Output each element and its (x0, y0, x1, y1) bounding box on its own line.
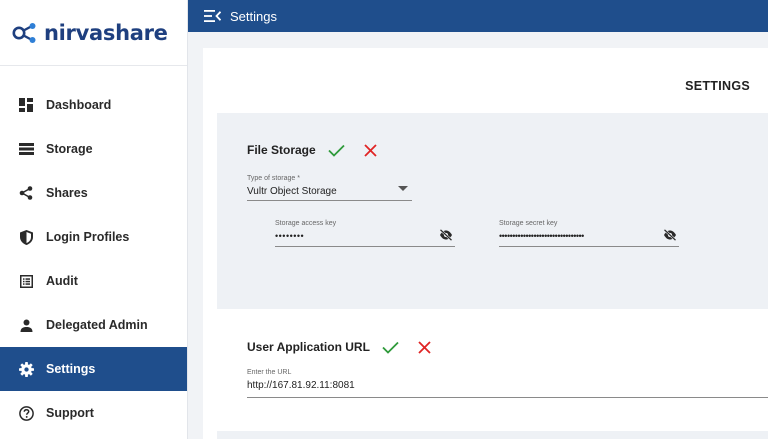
sidebar-item-login-profiles[interactable]: Login Profiles (0, 215, 187, 259)
menu-collapse-icon[interactable] (204, 10, 221, 22)
cancel-url-button[interactable] (416, 338, 434, 356)
field-underline (499, 246, 679, 247)
storage-icon (18, 141, 34, 157)
sidebar-item-dashboard[interactable]: Dashboard (0, 83, 187, 127)
storage-secret-key-label: Storage secret key (499, 220, 558, 227)
storage-access-key-field[interactable]: Storage access key •••••••• (275, 220, 455, 247)
check-icon (382, 341, 400, 354)
share-icon (18, 185, 34, 201)
close-icon (364, 143, 377, 157)
storage-secret-key-input[interactable]: •••••••••••••••••••••••••••••••• (499, 231, 679, 241)
sidebar-item-support[interactable]: Support (0, 391, 187, 435)
audit-list-icon (18, 273, 34, 289)
gear-icon (18, 361, 34, 377)
sidebar-item-label: Audit (46, 274, 78, 288)
user-application-url-header: User Application URL (247, 338, 434, 356)
storage-type-select[interactable]: Type of storage * Vultr Object Storage (247, 175, 412, 201)
sidebar: nirvashare Dashboard Storage Shares Logi… (0, 0, 188, 439)
sidebar-item-label: Dashboard (46, 98, 112, 112)
settings-content: SETTINGS File Storage Type of storage * … (203, 48, 768, 439)
field-underline (247, 397, 768, 398)
storage-access-key-label: Storage access key (275, 220, 337, 227)
sidebar-nav: Dashboard Storage Shares Login Profiles … (0, 83, 187, 435)
check-icon (328, 144, 345, 157)
sidebar-item-label: Settings (46, 362, 96, 376)
storage-access-key-input[interactable]: •••••••• (275, 231, 455, 241)
sidebar-item-label: Shares (46, 186, 88, 200)
sidebar-item-shares[interactable]: Shares (0, 171, 187, 215)
person-icon (18, 317, 34, 333)
chevron-down-icon (398, 186, 408, 191)
eye-off-icon[interactable] (663, 229, 677, 241)
sidebar-item-audit[interactable]: Audit (0, 259, 187, 303)
storage-secret-key-field[interactable]: Storage secret key •••••••••••••••••••••… (499, 220, 679, 247)
brand-name: nirvashare (44, 20, 168, 45)
user-application-url-field[interactable]: Enter the URL http://167.81.92.11:8081 (247, 369, 768, 398)
field-underline (275, 246, 455, 247)
user-application-url-title: User Application URL (247, 340, 370, 354)
storage-type-label: Type of storage * (247, 175, 300, 182)
sidebar-item-storage[interactable]: Storage (0, 127, 187, 171)
file-storage-header: File Storage (247, 141, 380, 159)
page-title: Settings (230, 8, 277, 24)
sidebar-item-delegated-admin[interactable]: Delegated Admin (0, 303, 187, 347)
confirm-url-button[interactable] (382, 338, 400, 356)
top-bar: Settings (188, 0, 768, 32)
confirm-file-storage-button[interactable] (328, 141, 346, 159)
storage-type-value: Vultr Object Storage (247, 186, 337, 197)
brand-logo[interactable]: nirvashare (0, 0, 187, 66)
close-icon (418, 340, 432, 354)
shield-icon (18, 229, 34, 245)
cancel-file-storage-button[interactable] (362, 141, 380, 159)
sidebar-item-settings[interactable]: Settings (0, 347, 187, 391)
share-network-logo-icon (12, 22, 36, 43)
sidebar-item-label: Delegated Admin (46, 318, 148, 332)
url-label: Enter the URL (247, 369, 292, 376)
sidebar-item-label: Storage (46, 142, 93, 156)
settings-heading: SETTINGS (685, 79, 750, 93)
eye-off-icon[interactable] (439, 229, 453, 241)
field-underline (247, 200, 412, 201)
file-storage-title: File Storage (247, 143, 316, 157)
sidebar-item-label: Support (46, 406, 94, 420)
dashboard-icon (18, 97, 34, 113)
help-circle-icon (18, 405, 34, 421)
next-settings-panel (217, 431, 768, 439)
sidebar-item-label: Login Profiles (46, 230, 130, 244)
file-storage-panel: File Storage Type of storage * Vultr Obj… (217, 113, 768, 309)
url-input[interactable]: http://167.81.92.11:8081 (247, 380, 768, 391)
